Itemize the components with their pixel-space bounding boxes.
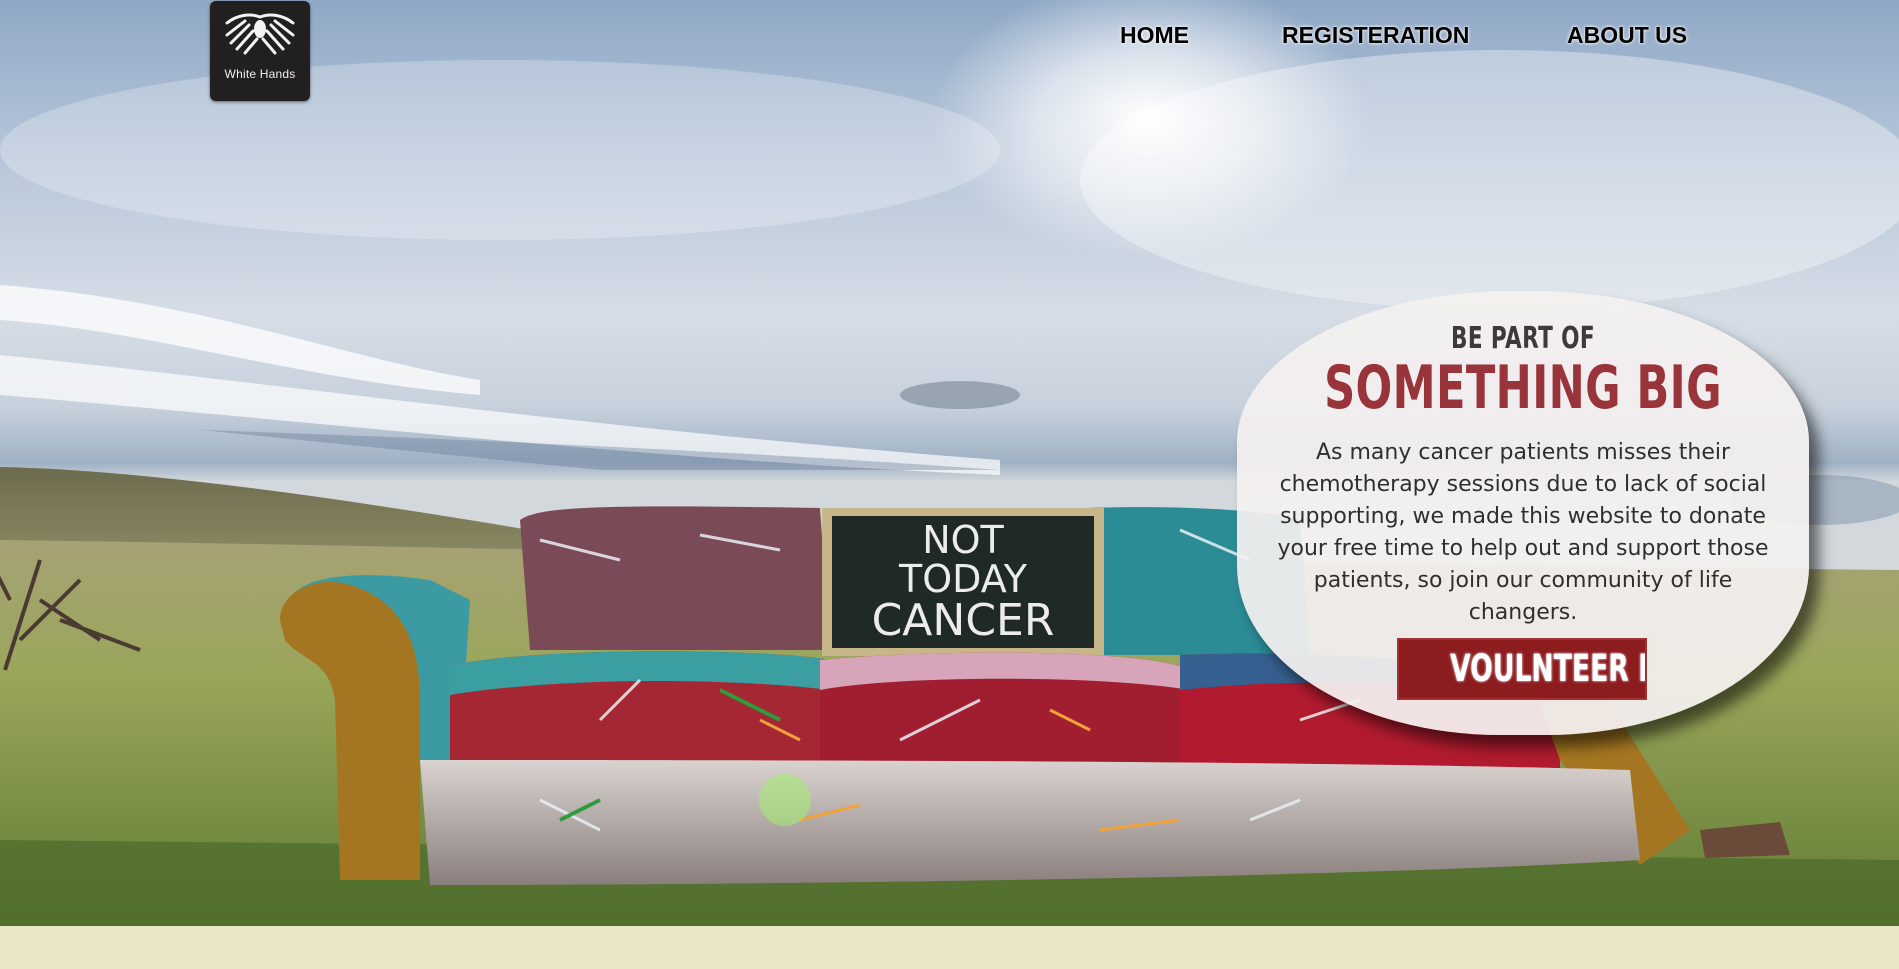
- logo[interactable]: White Hands: [210, 1, 310, 101]
- nav-about-link[interactable]: ABOUT US: [1567, 20, 1727, 50]
- nav-registration-link[interactable]: REGISTERATION: [1282, 20, 1502, 50]
- volunteer-button-label: VOULNTEER NOW: [1450, 647, 1645, 690]
- nav-home-link[interactable]: HOME: [1120, 20, 1230, 50]
- callout-kicker: BE PART OF: [1451, 321, 1595, 356]
- sign-text-line-3: CANCER: [872, 595, 1055, 646]
- footer-strip: [0, 926, 1899, 969]
- volunteer-now-button[interactable]: VOULNTEER NOW: [1397, 638, 1647, 700]
- callout-description: As many cancer patients misses their che…: [1277, 440, 1769, 625]
- logo-name: White Hands: [224, 67, 296, 81]
- volunteer-callout: BE PART OF SOMETHING BIG As many cancer …: [1237, 291, 1809, 735]
- sign-text-line-1: NOT: [922, 518, 1004, 562]
- hands-icon: [225, 13, 295, 55]
- callout-headline: SOMETHING BIG: [1324, 353, 1722, 423]
- page: NOT TODAY CANCER White Hands HOME REGIST…: [0, 0, 1899, 969]
